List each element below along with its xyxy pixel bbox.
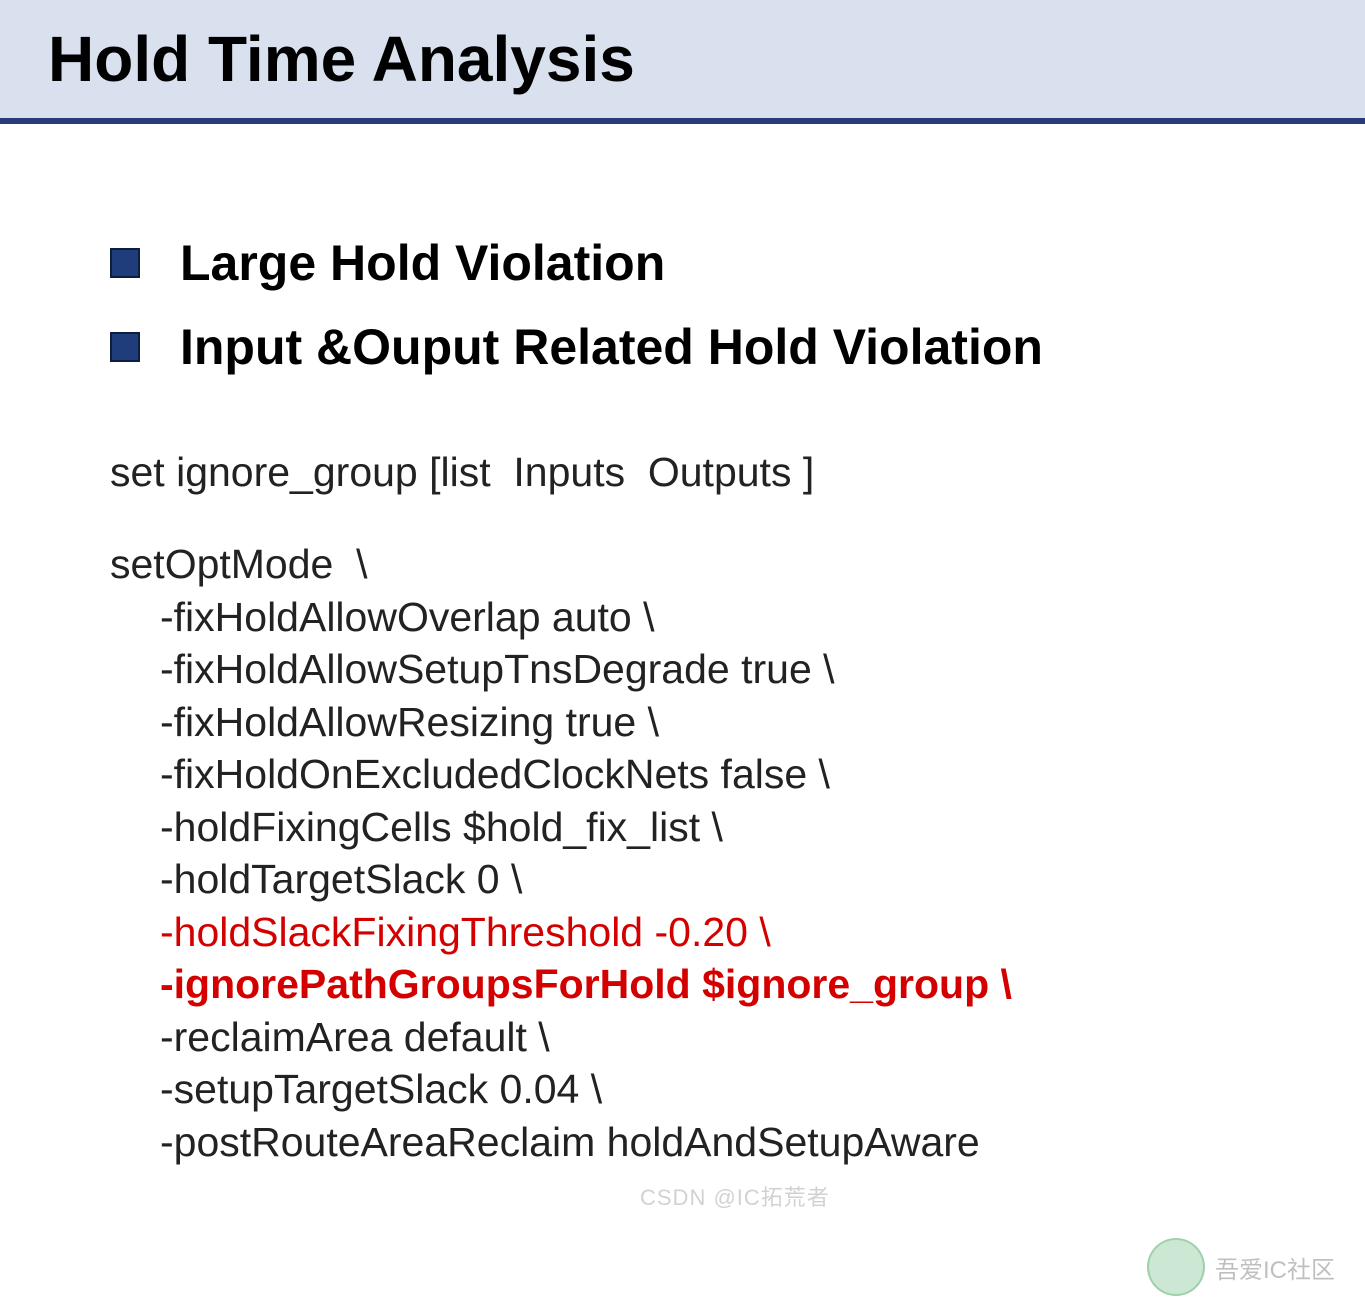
page-title: Hold Time Analysis [48, 22, 1365, 96]
watermark-text: 吾爱IC社区 [1215, 1250, 1335, 1285]
blank-line [110, 498, 1305, 538]
code-block: set ignore_group [list Inputs Outputs ] … [110, 446, 1305, 1168]
slide-content: Large Hold Violation Input &Ouput Relate… [0, 124, 1365, 1168]
code-line: -holdTargetSlack 0 \ [110, 853, 1305, 905]
code-line: -fixHoldOnExcludedClockNets false \ [110, 748, 1305, 800]
watermark-logo-icon [1147, 1238, 1205, 1296]
bullet-item: Input &Ouput Related Hold Violation [110, 318, 1305, 376]
code-line: -ignorePathGroupsForHold $ignore_group \ [110, 958, 1305, 1010]
code-line: -holdFixingCells $hold_fix_list \ [110, 801, 1305, 853]
bullet-item: Large Hold Violation [110, 234, 1305, 292]
code-line: -fixHoldAllowResizing true \ [110, 696, 1305, 748]
watermark-right: 吾爱IC社区 [1147, 1238, 1335, 1296]
code-line: -fixHoldAllowSetupTnsDegrade true \ [110, 643, 1305, 695]
code-line: -setupTargetSlack 0.04 \ [110, 1063, 1305, 1115]
bullet-text: Large Hold Violation [180, 234, 665, 292]
title-bar: Hold Time Analysis [0, 0, 1365, 124]
code-line: set ignore_group [list Inputs Outputs ] [110, 446, 1305, 498]
code-line: -fixHoldAllowOverlap auto \ [110, 591, 1305, 643]
code-line: -reclaimArea default \ [110, 1011, 1305, 1063]
watermark-text: CSDN @IC拓荒者 [640, 1180, 830, 1212]
code-line: setOptMode \ [110, 538, 1305, 590]
square-bullet-icon [110, 248, 140, 278]
code-line: -postRouteAreaReclaim holdAndSetupAware [110, 1116, 1305, 1168]
bullet-text: Input &Ouput Related Hold Violation [180, 318, 1043, 376]
code-line: -holdSlackFixingThreshold -0.20 \ [110, 906, 1305, 958]
bullet-list: Large Hold Violation Input &Ouput Relate… [110, 234, 1305, 376]
square-bullet-icon [110, 332, 140, 362]
